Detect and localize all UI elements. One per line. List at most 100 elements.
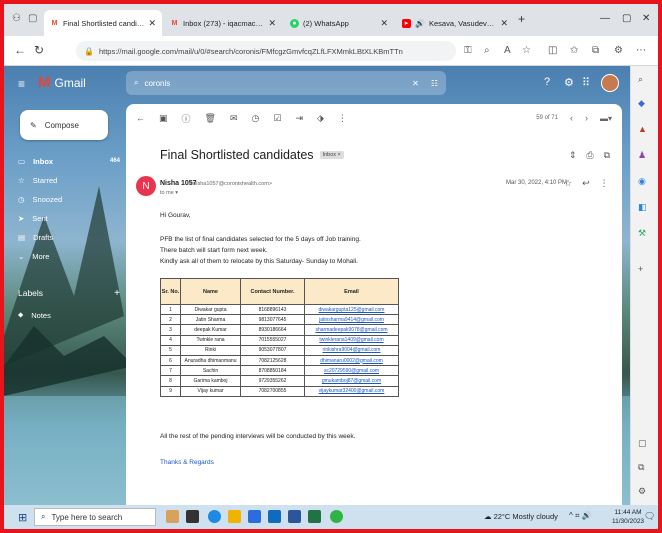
- collections-icon[interactable]: ◆: [638, 98, 645, 109]
- profile-icon[interactable]: ⚇: [12, 13, 21, 24]
- new-window-icon[interactable]: ⧉: [604, 150, 610, 161]
- whatsapp-icon[interactable]: [330, 510, 343, 523]
- sidebar-item-drafts[interactable]: ▤ Drafts: [18, 230, 120, 244]
- help-icon[interactable]: ?: [544, 76, 550, 88]
- taskbar-search[interactable]: ⌕ Type here to search: [34, 508, 156, 526]
- email-link[interactable]: rinkishra9004@gmail.com: [304, 344, 399, 356]
- label-as-icon[interactable]: ⬗: [317, 113, 324, 124]
- add-label-icon[interactable]: +: [114, 288, 120, 299]
- apps-grid-icon[interactable]: ⠿: [582, 76, 590, 89]
- tab-whatsapp[interactable]: ● (2) WhatsApp ✕: [284, 10, 394, 36]
- volume-icon[interactable]: 🔊: [582, 511, 592, 520]
- search-input[interactable]: coronis: [144, 79, 170, 88]
- search-options-icon[interactable]: ☷: [431, 79, 438, 88]
- more-menu-icon[interactable]: ⋯: [636, 45, 646, 56]
- url-field[interactable]: 🔒 https://mail.google.com/mail/u/0/#sear…: [76, 41, 456, 61]
- reply-icon[interactable]: ↩: [582, 178, 590, 189]
- email-link[interactable]: sc20729590@gmail.com: [304, 365, 399, 377]
- read-aloud-icon[interactable]: A: [504, 45, 511, 56]
- tab-inbox[interactable]: M Inbox (273) - iqacmac@gmail.co ✕: [164, 10, 282, 36]
- report-spam-icon[interactable]: ⓘ: [182, 112, 191, 125]
- delete-icon[interactable]: 🗑: [205, 113, 216, 124]
- settings-icon[interactable]: ⚙: [564, 76, 574, 89]
- older-icon[interactable]: ›: [585, 113, 588, 123]
- file-explorer-icon[interactable]: [228, 510, 241, 523]
- tab-actions-icon[interactable]: ▢: [28, 13, 37, 24]
- sidebar-item-starred[interactable]: ☆ Starred: [18, 173, 120, 187]
- move-to-icon[interactable]: ⇥: [295, 113, 303, 124]
- email-link[interactable]: sharmadeepak9078@gmail.com: [304, 324, 399, 336]
- email-link[interactable]: dhimanaru0002@gmail.com: [304, 354, 399, 367]
- tools-icon[interactable]: ⚒: [638, 228, 646, 239]
- snooze-icon[interactable]: ◷: [252, 113, 260, 124]
- email-link[interactable]: jatinsharma9414@gmail.com: [304, 314, 399, 326]
- collections-icon[interactable]: ⧉: [592, 45, 599, 56]
- minimize-icon[interactable]: —: [600, 13, 610, 24]
- games-icon[interactable]: ♟: [638, 150, 646, 161]
- shopping-icon[interactable]: ▲: [638, 124, 647, 134]
- settings-icon[interactable]: ⚙: [638, 486, 646, 497]
- print-icon[interactable]: ⎙: [586, 150, 593, 161]
- add-task-icon[interactable]: ☑: [273, 113, 281, 124]
- close-icon[interactable]: ✕: [380, 18, 388, 29]
- back-icon[interactable]: ←: [14, 43, 26, 57]
- mail-icon[interactable]: [268, 510, 281, 523]
- key-icon[interactable]: ⚿: [464, 45, 472, 56]
- maximize-icon[interactable]: ▢: [622, 13, 631, 24]
- chevron-up-icon[interactable]: ^: [569, 511, 573, 520]
- compose-button[interactable]: ✎ Compose: [20, 110, 108, 140]
- task-view-icon[interactable]: [186, 510, 199, 523]
- outlook-icon[interactable]: ◧: [638, 202, 647, 213]
- system-tray[interactable]: ^ ⌗ 🔊: [569, 511, 592, 521]
- star-icon[interactable]: ☆: [564, 178, 572, 189]
- email-link[interactable]: vijaykumar32400@gmail.com: [304, 385, 399, 397]
- taskbar-clock[interactable]: 11:44 AM 11/30/2023: [612, 508, 644, 526]
- account-avatar[interactable]: [601, 74, 619, 92]
- search-icon[interactable]: ⌕: [134, 78, 138, 88]
- recipient-details[interactable]: to me ▾: [160, 190, 178, 196]
- weather-widget[interactable]: ☁ 22°C Mostly cloudy: [484, 512, 558, 521]
- close-icon[interactable]: ✕: [268, 18, 276, 29]
- expand-all-icon[interactable]: ⇕: [569, 150, 577, 161]
- sidebar-item-inbox[interactable]: ▭ Inbox 464: [18, 154, 120, 168]
- add-icon[interactable]: +: [638, 264, 643, 274]
- search-bar[interactable]: ⌕ coronis ✕ ☷: [126, 71, 446, 95]
- widget-icon[interactable]: [166, 510, 179, 523]
- store-icon[interactable]: [248, 510, 261, 523]
- external-icon[interactable]: ⧉: [638, 462, 644, 473]
- notifications-icon[interactable]: 🗨: [644, 511, 655, 522]
- new-tab-button[interactable]: +: [518, 12, 525, 26]
- window-close-icon[interactable]: ✕: [642, 13, 650, 24]
- sidebar-item-more[interactable]: ⌄ More: [18, 249, 120, 263]
- extensions-icon[interactable]: ⚙: [614, 45, 623, 56]
- zoom-icon[interactable]: ⌕: [484, 45, 490, 56]
- back-to-list-icon[interactable]: ←: [136, 113, 145, 123]
- more-icon[interactable]: ⋮: [600, 178, 609, 189]
- close-icon[interactable]: ✕: [500, 18, 508, 29]
- sidebar-label-notes[interactable]: ⬥ Notes: [18, 308, 120, 322]
- menu-icon[interactable]: ≡: [18, 77, 25, 91]
- sidebar-item-sent[interactable]: ➤ Sent: [18, 211, 120, 225]
- archive-icon[interactable]: ▣: [159, 113, 168, 124]
- inbox-label-chip[interactable]: Inbox ×: [319, 151, 344, 159]
- close-icon[interactable]: ✕: [148, 18, 156, 29]
- email-link[interactable]: diwakargupta125@gmail.com: [304, 303, 399, 316]
- mark-unread-icon[interactable]: ✉: [230, 113, 238, 124]
- gmail-logo[interactable]: M Gmail: [38, 74, 86, 91]
- newer-icon[interactable]: ‹: [570, 113, 573, 123]
- office-icon[interactable]: ◉: [638, 176, 646, 187]
- favorites-icon[interactable]: ✩: [570, 45, 578, 56]
- input-tools-icon[interactable]: ▬▾: [600, 114, 612, 123]
- sender-avatar[interactable]: N: [136, 176, 156, 196]
- word-icon[interactable]: [288, 510, 301, 523]
- sidebar-item-snoozed[interactable]: ◷ Snoozed: [18, 192, 120, 206]
- windows-start-icon[interactable]: ⊞: [18, 511, 27, 524]
- network-icon[interactable]: ⌗: [575, 511, 580, 520]
- tab-final-shortlisted[interactable]: M Final Shortlisted candidates - mail ✕: [44, 10, 162, 36]
- edge-icon[interactable]: [208, 510, 221, 523]
- email-link[interactable]: twinklerana1409@gmail.com: [304, 334, 399, 346]
- reload-icon[interactable]: ↻: [34, 43, 44, 57]
- more-actions-icon[interactable]: ⋮: [338, 113, 347, 124]
- search-icon[interactable]: ⌕: [638, 74, 643, 85]
- email-link[interactable]: gmukamboj87@gmail.com: [304, 375, 399, 387]
